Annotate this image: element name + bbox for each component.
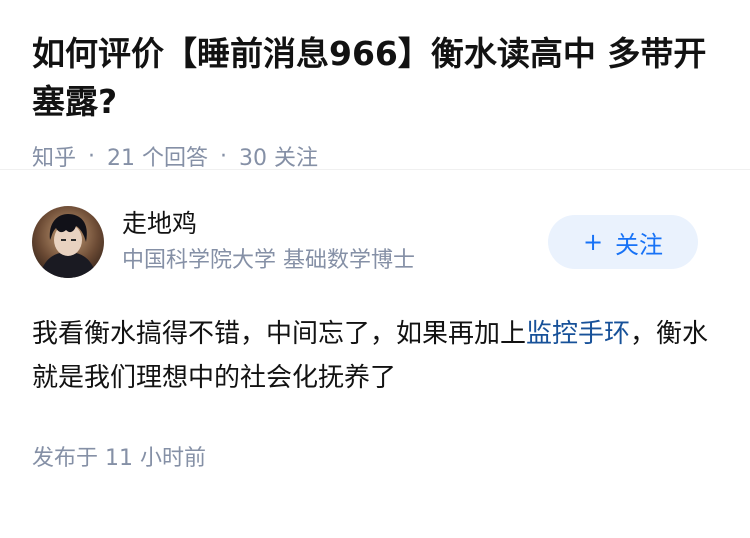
avatar[interactable] (32, 206, 104, 278)
answer-content: 我看衡水搞得不错，中间忘了，如果再加上监控手环，衡水就是我们理想中的社会化抚养了 (32, 312, 718, 400)
separator-dot: · (220, 143, 228, 169)
question-title[interactable]: 如何评价【睡前消息966】衡水读高中 多带开塞露? (32, 30, 718, 126)
content-text-before: 我看衡水搞得不错，中间忘了，如果再加上 (32, 319, 527, 349)
question-header: 如何评价【睡前消息966】衡水读高中 多带开塞露? 知乎 · 21 个回答 · … (0, 0, 750, 172)
author-bio: 中国科学院大学 基础数学博士 (122, 248, 415, 273)
answer-card: 走地鸡 中国科学院大学 基础数学博士 + 关注 我看衡水搞得不错，中间忘了，如果… (0, 170, 750, 472)
author-name[interactable]: 走地鸡 (122, 207, 415, 241)
answers-count[interactable]: 21 个回答 (107, 140, 208, 172)
follow-button[interactable]: + 关注 (548, 215, 698, 269)
separator-dot: · (88, 143, 96, 169)
plus-icon: + (582, 228, 604, 256)
follow-button-label: 关注 (615, 230, 664, 259)
question-meta: 知乎 · 21 个回答 · 30 关注 (32, 140, 718, 172)
source-label[interactable]: 知乎 (32, 140, 76, 172)
author-info: 走地鸡 中国科学院大学 基础数学博士 (122, 207, 415, 277)
content-link[interactable]: 监控手环 (526, 319, 630, 349)
followers-count[interactable]: 30 关注 (239, 140, 318, 172)
post-time: 发布于 11 小时前 (32, 446, 206, 471)
user-avatar-icon (32, 206, 104, 278)
